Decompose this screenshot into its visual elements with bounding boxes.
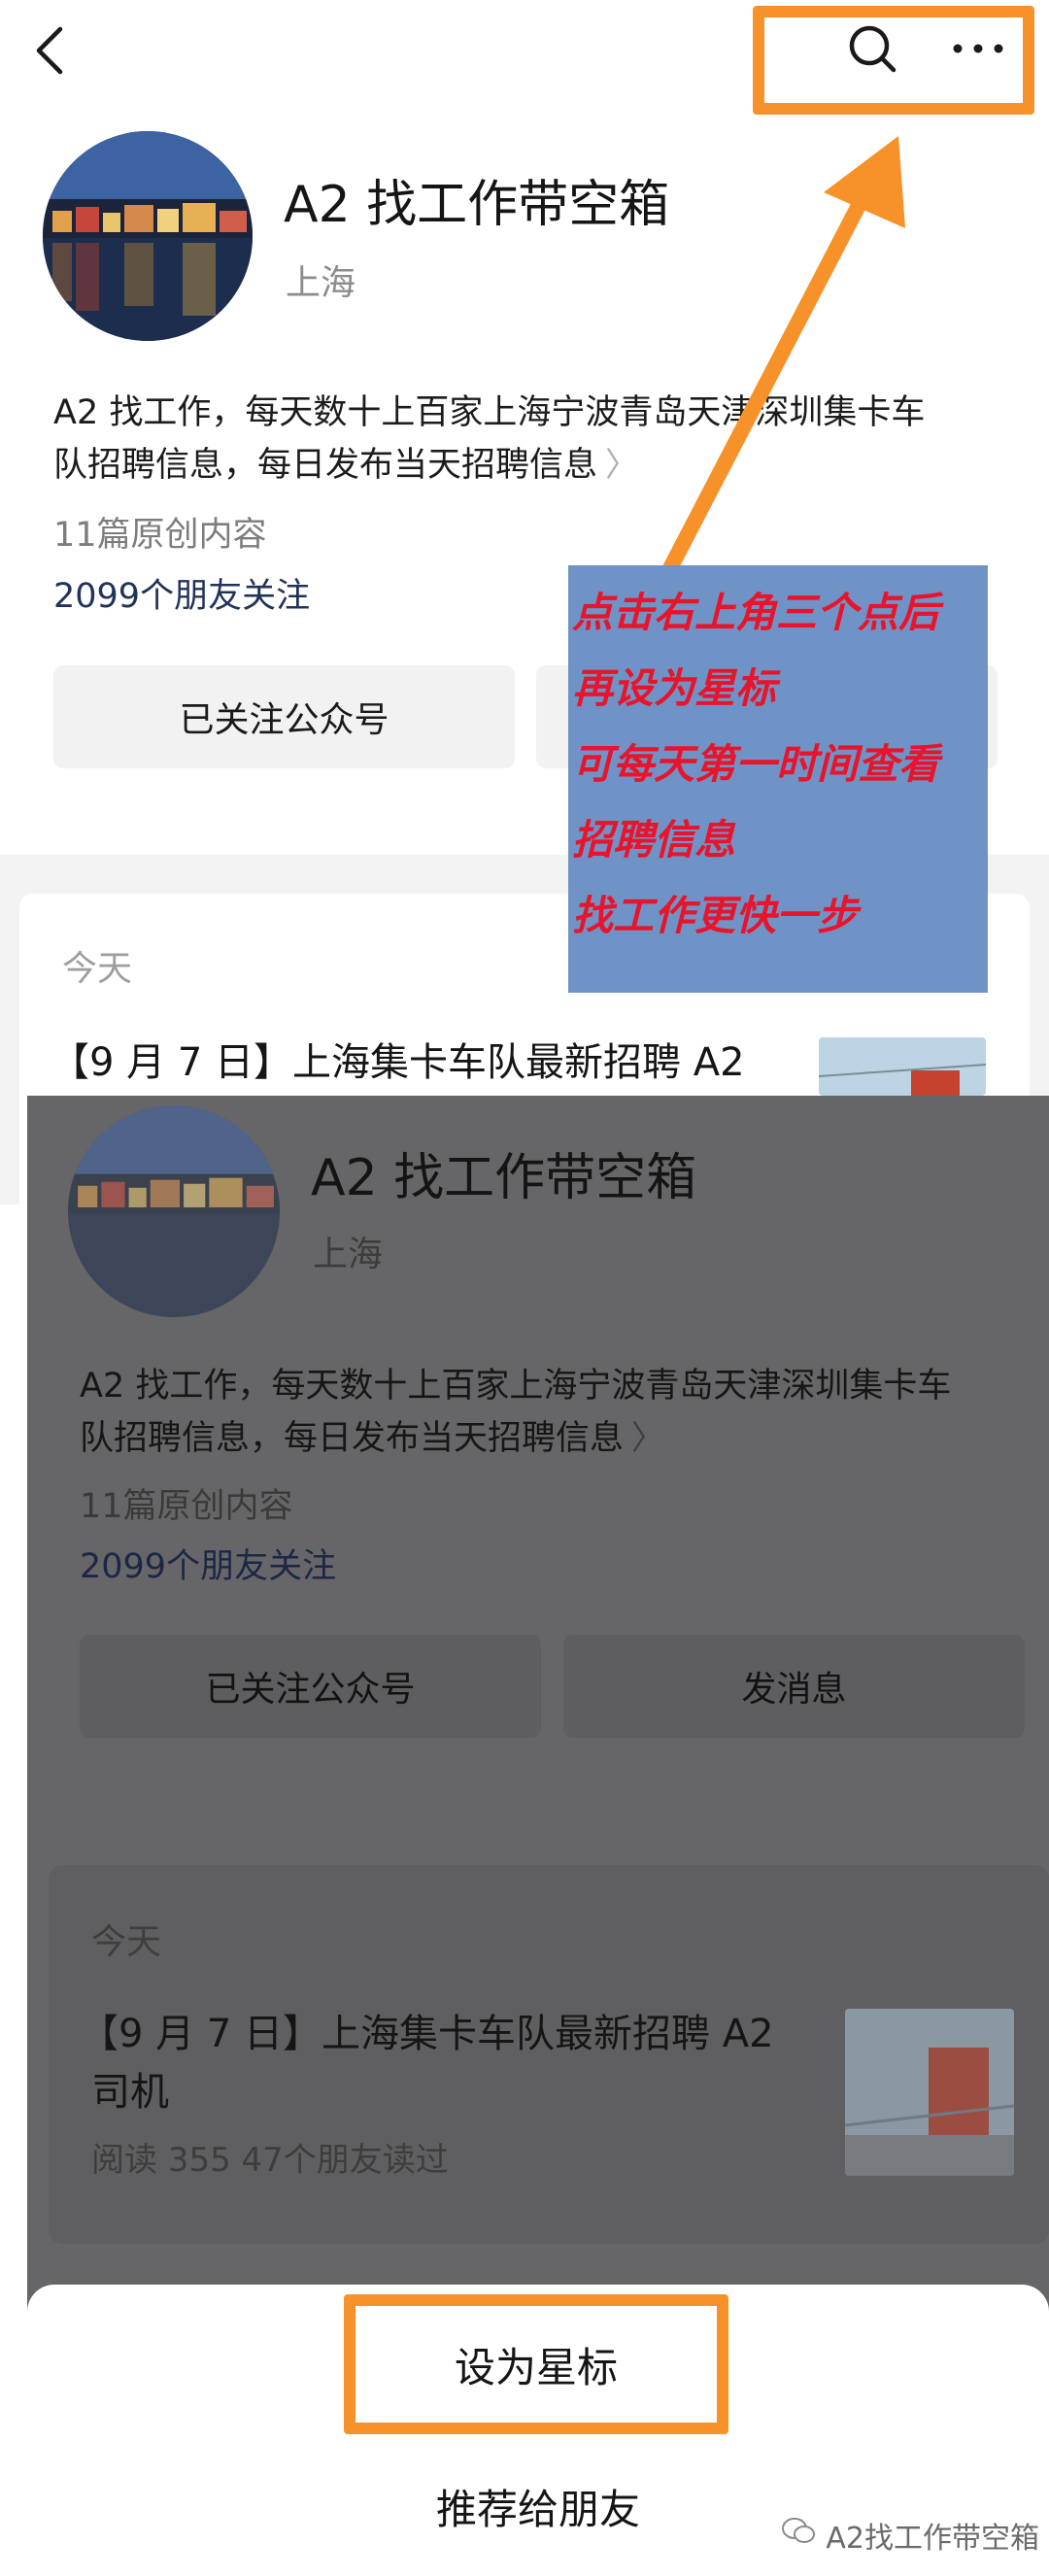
annotation-arrow <box>662 136 905 576</box>
watermark: A2找工作带空箱 <box>781 2514 1039 2557</box>
highlight-box-top-right <box>753 6 1034 115</box>
article-thumbnail[interactable] <box>819 1037 986 1096</box>
highlight-box-set-star <box>344 2294 728 2434</box>
account-location: 上海 <box>286 263 356 303</box>
annotation-note: 点击右上角三个点后 再设为星标 可每天第一时间查看 招聘信息 找工作更快一步 <box>568 565 988 993</box>
description-line-2: 队招聘信息，每日发布当天招聘信息 <box>53 446 598 485</box>
note-line-5: 找工作更快一步 <box>572 892 859 939</box>
account-name: A2 找工作带空箱 <box>284 176 670 234</box>
dimmed-article-stats: 阅读 355 47个朋友读过 <box>91 2141 449 2180</box>
followers-count[interactable]: 2099个朋友关注 <box>53 568 310 618</box>
dimmed-description-line-1: A2 找工作，每天数十上百家上海宁波青岛天津深圳集卡车 <box>80 1367 952 1406</box>
followed-button[interactable]: 已关注公众号 <box>53 665 515 768</box>
note-line-1: 点击右上角三个点后 <box>572 589 940 636</box>
dimmed-avatar <box>68 1105 280 1317</box>
section-label-today: 今天 <box>62 949 133 989</box>
article-title[interactable]: 【9 月 7 日】上海集卡车队最新招聘 A2 <box>51 1034 745 1092</box>
dimmed-article-title-line-1: 【9 月 7 日】上海集卡车队最新招聘 A2 <box>80 2012 774 2056</box>
dimmed-description-line-2: 队招聘信息，每日发布当天招聘信息 <box>80 1419 625 1458</box>
note-line-4: 招聘信息 <box>572 816 736 864</box>
dimmed-section-label-today: 今天 <box>91 1922 162 1962</box>
dimmed-account-description: A2 找工作，每天数十上百家上海宁波青岛天津深圳集卡车 队招聘信息，每日发布当天… <box>80 1360 1041 1465</box>
dimmed-account-location: 上海 <box>313 1235 384 1274</box>
originals-count: 11篇原创内容 <box>53 516 267 555</box>
wechat-icon <box>781 2517 816 2554</box>
dimmed-followed-button: 已关注公众号 <box>80 1635 541 1738</box>
note-line-2: 再设为星标 <box>572 664 777 712</box>
dimmed-article-thumbnail <box>845 2009 1014 2176</box>
dimmed-message-button: 发消息 <box>563 1635 1025 1738</box>
dimmed-account-name: A2 找工作带空箱 <box>311 1149 697 1207</box>
watermark-text: A2找工作带空箱 <box>826 2522 1039 2556</box>
dimmed-chevron-right-icon: 〉 <box>631 1419 665 1458</box>
back-icon[interactable] <box>27 21 76 80</box>
dimmed-article-title-line-2: 司机 <box>91 2070 169 2115</box>
avatar <box>43 131 253 341</box>
dimmed-originals-count: 11篇原创内容 <box>80 1487 293 1526</box>
note-line-3: 可每天第一时间查看 <box>572 740 940 788</box>
dimmed-followers-count: 2099个朋友关注 <box>80 1547 337 1586</box>
